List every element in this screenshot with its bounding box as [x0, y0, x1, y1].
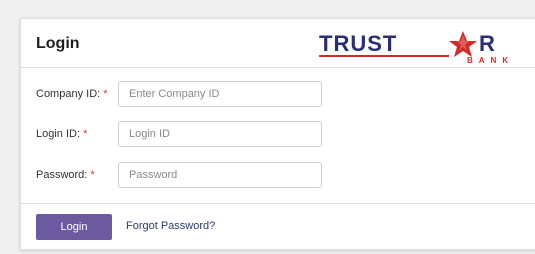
logo-text-sub: BANK: [467, 56, 514, 65]
password-label: Password: *: [36, 169, 95, 181]
login-card: Login TRUST R BANK Company ID: * Login I…: [20, 18, 535, 250]
login-id-input[interactable]: [118, 121, 322, 147]
company-id-row: Company ID: *: [21, 81, 535, 109]
star-icon: [449, 31, 477, 57]
required-mark: *: [83, 128, 88, 140]
logo-underline: [319, 55, 449, 57]
logo-text-end: R: [479, 31, 495, 56]
login-id-label: Login ID: *: [36, 128, 88, 140]
password-input[interactable]: [118, 162, 322, 188]
company-id-input[interactable]: [118, 81, 322, 107]
required-mark: *: [103, 88, 108, 100]
trustar-bank-logo: TRUST R BANK: [319, 31, 514, 65]
card-footer: Login Forgot Password?: [21, 203, 535, 250]
page-title: Login: [36, 35, 80, 52]
card-header: Login TRUST R BANK: [21, 19, 535, 68]
logo-text-main: TRUST: [319, 31, 397, 56]
login-button[interactable]: Login: [36, 214, 112, 240]
company-id-label: Company ID: *: [36, 88, 108, 100]
login-id-row: Login ID: *: [21, 121, 535, 149]
forgot-password-link[interactable]: Forgot Password?: [126, 220, 215, 232]
password-row: Password: *: [21, 162, 535, 190]
required-mark: *: [90, 169, 95, 181]
